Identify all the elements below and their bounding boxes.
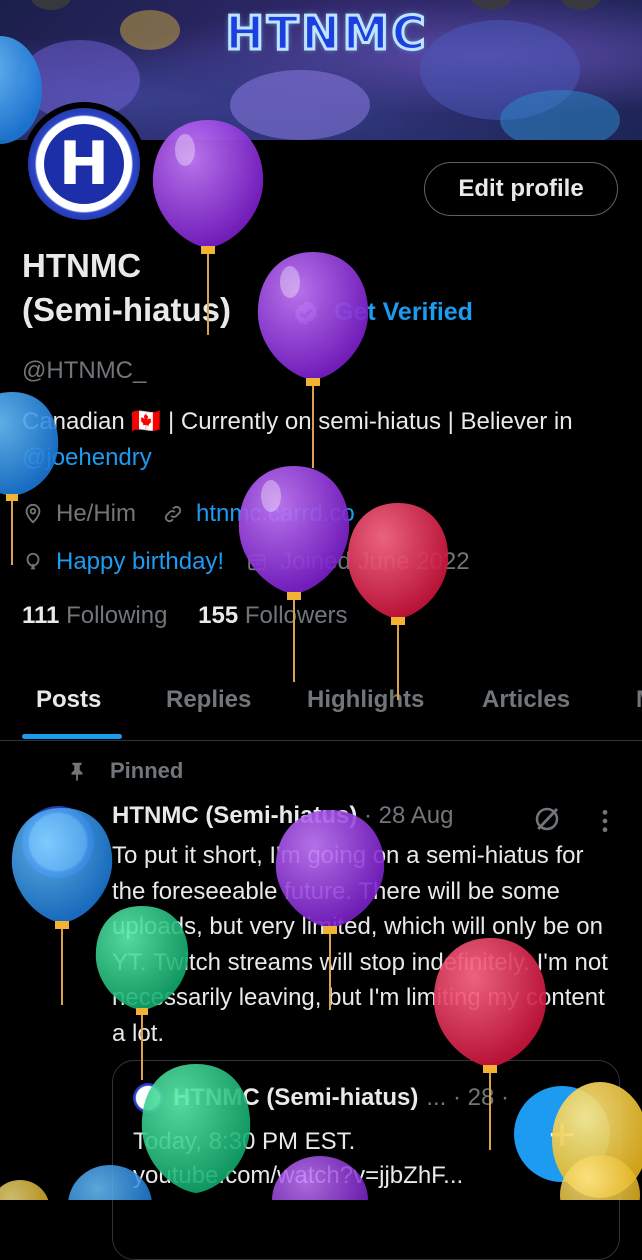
bio-text: Canadian 🇨🇦 | Currently on semi-hiatus |… (22, 408, 573, 435)
profile-name-line1: HTNMC (22, 247, 142, 284)
avatar-image: H (28, 108, 140, 220)
pinned-label: Pinned (110, 758, 184, 783)
calendar-icon (248, 554, 266, 571)
tab-posts[interactable]: Posts (36, 686, 101, 714)
followers-label: Followers (244, 602, 348, 629)
tab-replies[interactable]: Replies (166, 686, 251, 714)
pronouns-text: He/Him (56, 500, 137, 527)
location-pin-icon (25, 503, 41, 524)
birthday-text: Happy birthday! (56, 548, 225, 575)
profile-stats: 111 Following 155 Followers (22, 602, 348, 630)
following-stat[interactable]: 111 Following (22, 602, 167, 629)
grok-icon[interactable] (532, 804, 562, 834)
post-text: To put it short, I'm going on a semi-hia… (112, 842, 608, 1047)
website-link[interactable]: htnmc.carrd.co (196, 500, 355, 528)
profile-handle: @HTNMC_ (22, 357, 147, 384)
link-icon (164, 505, 182, 523)
search-button[interactable] (470, 0, 512, 10)
get-verified-label: Get Verified (334, 298, 473, 326)
profile-name: HTNMC (Semi-hiatus) (22, 244, 231, 332)
active-tab-indicator (22, 734, 122, 739)
quoted-post-avatar (133, 1083, 163, 1113)
quoted-post-meta: ... · 28 · (426, 1084, 510, 1111)
balloon-icon (26, 552, 40, 570)
more-options-icon[interactable] (598, 808, 612, 834)
more-options-button[interactable] (560, 0, 602, 10)
profile-bio: Canadian 🇨🇦 | Currently on semi-hiatus |… (22, 404, 622, 476)
quoted-post-line-1: Today, 8:30 PM EST. (133, 1128, 356, 1155)
profile-avatar[interactable]: H (22, 102, 146, 226)
banner-logo: HTNMC (224, 5, 429, 62)
edit-profile-button[interactable]: Edit profile (424, 162, 618, 216)
tab-media[interactable]: M (636, 686, 642, 714)
avatar-logo: H (44, 124, 124, 204)
followers-count: 155 (198, 602, 239, 629)
back-button[interactable] (30, 0, 72, 10)
pinned-indicator: Pinned (66, 758, 183, 784)
pin-icon (71, 762, 83, 782)
quoted-post-author: HTNMC (Semi-hiatus) (173, 1084, 419, 1111)
quoted-post-header: HTNMC (Semi-hiatus) ... · 28 · (133, 1083, 509, 1113)
post-author[interactable]: HTNMC (Semi-hiatus) (112, 802, 357, 829)
balloon-red-1 (347, 503, 449, 700)
compose-fab-button[interactable]: + (514, 1086, 610, 1182)
post-avatar[interactable] (22, 806, 94, 878)
tab-highlights[interactable]: Highlights (307, 686, 424, 714)
get-verified-link[interactable]: Get Verified (292, 298, 473, 327)
post-date[interactable]: · 28 Aug (364, 802, 453, 829)
following-label: Following (66, 602, 168, 629)
bio-mention-link[interactable]: @joehendry (22, 444, 152, 471)
post-header: HTNMC (Semi-hiatus) · 28 Aug (112, 802, 453, 830)
followers-stat[interactable]: 155 Followers (198, 602, 347, 629)
following-count: 111 (22, 602, 60, 629)
tab-articles[interactable]: Articles (482, 686, 570, 714)
quoted-post-line-2: youtube.com/watch?v=jjbZhF... (133, 1162, 464, 1189)
joined-date: Joined June 2022 (280, 548, 470, 575)
quoted-post-text: Today, 8:30 PM EST. youtube.com/watch?v=… (133, 1125, 463, 1193)
profile-meta-row-2: Happy birthday! Joined June 2022 (22, 548, 470, 576)
profile-tabs: Posts Replies Highlights Articles M (0, 672, 642, 741)
profile-name-line2: (Semi-hiatus) (22, 291, 232, 328)
verified-badge-icon (294, 300, 318, 325)
profile-meta-row-1: He/Him htnmc.carrd.co (22, 500, 355, 528)
